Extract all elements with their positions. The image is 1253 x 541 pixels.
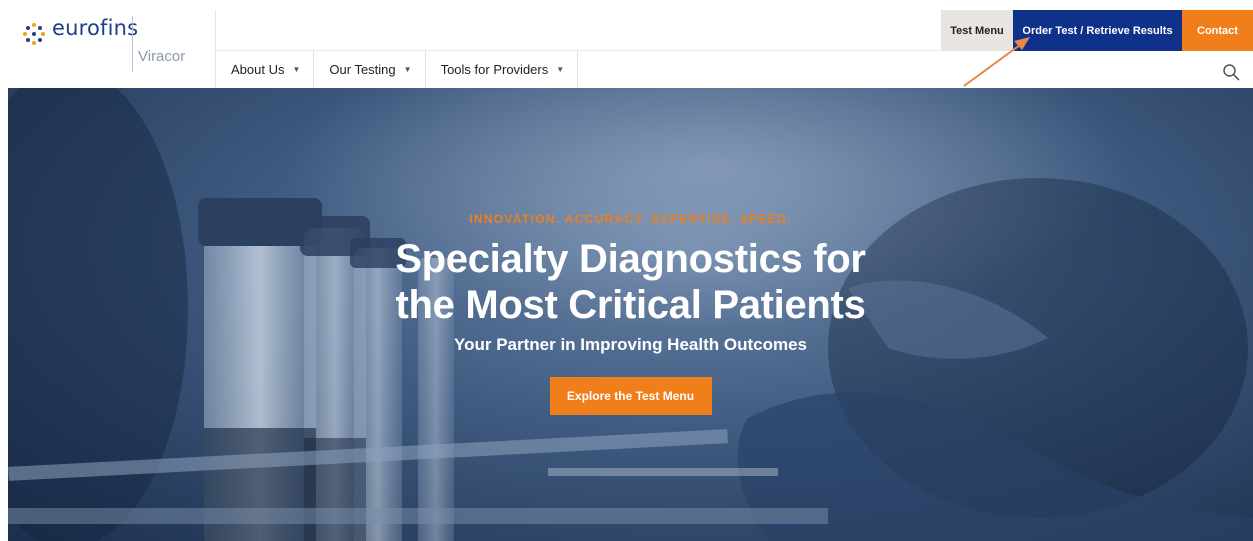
site-header: eurofins Viracor Test Menu Order Test / …	[0, 0, 1253, 88]
search-icon[interactable]	[1222, 63, 1240, 81]
hero-banner: INNOVATION. ACCURACY. EXPERTISE. SPEED. …	[8, 88, 1253, 541]
nav-item-tools-for-providers[interactable]: Tools for Providers ▼	[426, 51, 579, 88]
main-nav: About Us ▼ Our Testing ▼ Tools for Provi…	[216, 51, 579, 88]
eurofins-dots-icon	[23, 23, 45, 45]
nav-item-label: Tools for Providers	[440, 62, 549, 77]
nav-item-about-us[interactable]: About Us ▼	[216, 51, 315, 88]
annotation-arrow-icon	[963, 37, 1030, 87]
caret-down-icon: ▼	[556, 65, 565, 74]
hero-tagline: INNOVATION. ACCURACY. EXPERTISE. SPEED.	[469, 212, 792, 226]
hero-title-line-1: Specialty Diagnostics for	[395, 237, 866, 281]
explore-test-menu-button[interactable]: Explore the Test Menu	[549, 377, 712, 415]
brand-sub: Viracor	[138, 48, 186, 65]
nav-item-our-testing[interactable]: Our Testing ▼	[314, 51, 426, 88]
brand-divider	[132, 16, 133, 72]
hero-title: Specialty Diagnostics for the Most Criti…	[8, 236, 1253, 328]
caret-down-icon: ▼	[403, 65, 412, 74]
hero-subtitle: Your Partner in Improving Health Outcome…	[454, 335, 807, 354]
nav-item-label: Our Testing	[329, 62, 396, 77]
brand-logo[interactable]: eurofins Viracor	[0, 0, 215, 88]
hero-content: INNOVATION. ACCURACY. EXPERTISE. SPEED. …	[8, 212, 1253, 415]
caret-down-icon: ▼	[292, 65, 301, 74]
hero-title-line-2: the Most Critical Patients	[395, 283, 866, 327]
nav-item-label: About Us	[231, 62, 285, 77]
brand-name: eurofins	[52, 16, 139, 40]
contact-button[interactable]: Contact	[1182, 10, 1253, 51]
